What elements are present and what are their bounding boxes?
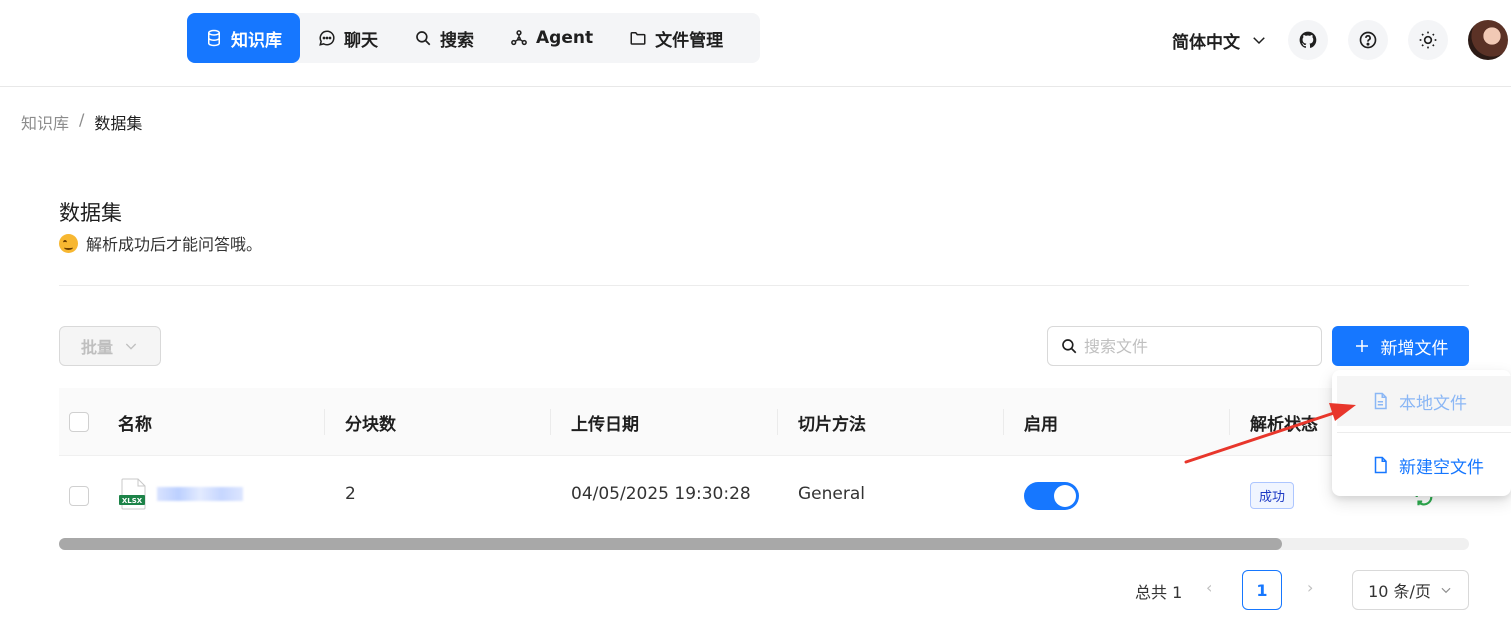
file-type-label: XLSX bbox=[122, 497, 143, 505]
database-icon bbox=[208, 29, 220, 47]
breadcrumb-separator: / bbox=[79, 110, 85, 129]
column-header-enabled[interactable]: 启用 bbox=[1024, 410, 1058, 435]
breadcrumb: 知识库 / 数据集 bbox=[21, 110, 142, 134]
search-icon bbox=[1062, 339, 1077, 354]
breadcrumb-current: 数据集 bbox=[94, 114, 143, 133]
pagination-total: 总共 1 bbox=[1135, 583, 1183, 602]
nav-chat[interactable]: 聊天 bbox=[300, 13, 396, 63]
chevron-down-icon bbox=[1253, 37, 1265, 45]
column-header-upload-date[interactable]: 上传日期 bbox=[571, 410, 639, 435]
main-nav: 知识库 聊天 搜索 Agent 文件管理 bbox=[187, 13, 760, 63]
menu-item-new-empty-file[interactable]: 新建空文件 bbox=[1337, 440, 1511, 490]
agent-graph-icon bbox=[511, 30, 527, 46]
folder-icon bbox=[630, 32, 646, 45]
column-header-chunks[interactable]: 分块数 bbox=[345, 410, 396, 435]
file-name-blurred[interactable] bbox=[157, 487, 243, 501]
theme-toggle-button[interactable] bbox=[1408, 20, 1448, 60]
chevron-down-icon bbox=[125, 343, 137, 350]
user-avatar[interactable] bbox=[1468, 20, 1508, 60]
section-divider bbox=[59, 285, 1469, 286]
table-header: 名称 分块数 上传日期 切片方法 启用 解析状态 bbox=[59, 388, 1469, 456]
nav-label: 文件管理 bbox=[655, 30, 724, 51]
files-table: 名称 分块数 上传日期 切片方法 启用 解析状态 XLSX 2 04/05/20… bbox=[59, 388, 1469, 550]
github-button[interactable] bbox=[1288, 20, 1328, 60]
upload-date: 04/05/2025 19:30:28 bbox=[571, 484, 751, 504]
nav-file-management[interactable]: 文件管理 bbox=[611, 13, 741, 63]
status-badge: 成功 bbox=[1250, 482, 1295, 509]
nav-search[interactable]: 搜索 bbox=[396, 13, 492, 63]
file-name-cell: XLSX bbox=[119, 478, 243, 510]
language-label: 简体中文 bbox=[1172, 32, 1240, 53]
chunk-method[interactable]: General bbox=[798, 484, 865, 504]
column-header-name[interactable]: 名称 bbox=[118, 410, 152, 435]
language-select[interactable]: 简体中文 bbox=[1172, 28, 1268, 53]
menu-item-local-file[interactable]: 本地文件 bbox=[1337, 376, 1511, 426]
table-row: XLSX 2 04/05/2025 19:30:28 General 成功 bbox=[59, 456, 1469, 536]
page-size-select[interactable]: 10 条/页 bbox=[1352, 570, 1469, 610]
add-file-button[interactable]: 新增文件 bbox=[1332, 326, 1469, 366]
nav-knowledge-base[interactable]: 知识库 bbox=[187, 13, 300, 63]
select-all-checkbox[interactable] bbox=[69, 412, 89, 432]
batch-button[interactable]: 批量 bbox=[59, 326, 161, 366]
chat-icon bbox=[319, 30, 335, 46]
sun-icon bbox=[1419, 31, 1437, 49]
horizontal-scrollbar[interactable] bbox=[59, 538, 1469, 550]
menu-item-label: 新建空文件 bbox=[1399, 457, 1484, 478]
page-subtitle: 解析成功后才能问答哦。 bbox=[59, 231, 262, 255]
help-button[interactable] bbox=[1348, 20, 1388, 60]
menu-divider bbox=[1337, 432, 1511, 433]
column-header-parse-status[interactable]: 解析状态 bbox=[1250, 410, 1318, 435]
smile-emoji-icon bbox=[59, 233, 78, 253]
search-input[interactable] bbox=[1084, 336, 1304, 356]
page-title: 数据集 bbox=[59, 201, 122, 225]
prev-page-icon[interactable]: ‹ bbox=[1206, 578, 1212, 597]
nav-agent[interactable]: Agent bbox=[492, 13, 611, 63]
nav-label: Agent bbox=[536, 28, 594, 48]
header-actions: 简体中文 bbox=[1172, 20, 1508, 60]
add-file-label: 新增文件 bbox=[1380, 338, 1449, 359]
enable-toggle[interactable] bbox=[1024, 482, 1079, 510]
scrollbar-thumb[interactable] bbox=[59, 538, 1282, 550]
page-size-label: 10 条/页 bbox=[1368, 582, 1431, 601]
nav-label: 聊天 bbox=[344, 30, 378, 51]
nav-label: 知识库 bbox=[231, 30, 282, 51]
github-icon bbox=[1299, 31, 1317, 48]
next-page-icon[interactable]: › bbox=[1307, 578, 1313, 597]
file-icon bbox=[1374, 392, 1387, 410]
add-file-dropdown: 本地文件 新建空文件 bbox=[1332, 370, 1511, 496]
breadcrumb-root[interactable]: 知识库 bbox=[21, 110, 69, 134]
row-checkbox[interactable] bbox=[69, 486, 89, 506]
question-circle-icon bbox=[1359, 31, 1377, 49]
file-search bbox=[1047, 326, 1322, 366]
chevron-down-icon bbox=[1441, 587, 1451, 594]
batch-label: 批量 bbox=[80, 338, 113, 357]
plus-icon bbox=[1355, 340, 1368, 352]
top-header: 知识库 聊天 搜索 Agent 文件管理 简体中文 bbox=[0, 0, 1511, 87]
page-number-current[interactable]: 1 bbox=[1242, 570, 1282, 610]
xlsx-file-icon: XLSX bbox=[119, 478, 146, 510]
subtitle-text: 解析成功后才能问答哦。 bbox=[86, 235, 263, 254]
search-icon bbox=[416, 31, 431, 46]
menu-item-label: 本地文件 bbox=[1399, 393, 1467, 414]
chunk-count: 2 bbox=[345, 484, 356, 504]
file-icon bbox=[1374, 456, 1387, 474]
page: 知识库 聊天 搜索 Agent 文件管理 简体中文 知识库 / 数据集 数据集 … bbox=[0, 0, 1511, 624]
column-header-method[interactable]: 切片方法 bbox=[798, 410, 866, 435]
nav-label: 搜索 bbox=[440, 30, 474, 51]
